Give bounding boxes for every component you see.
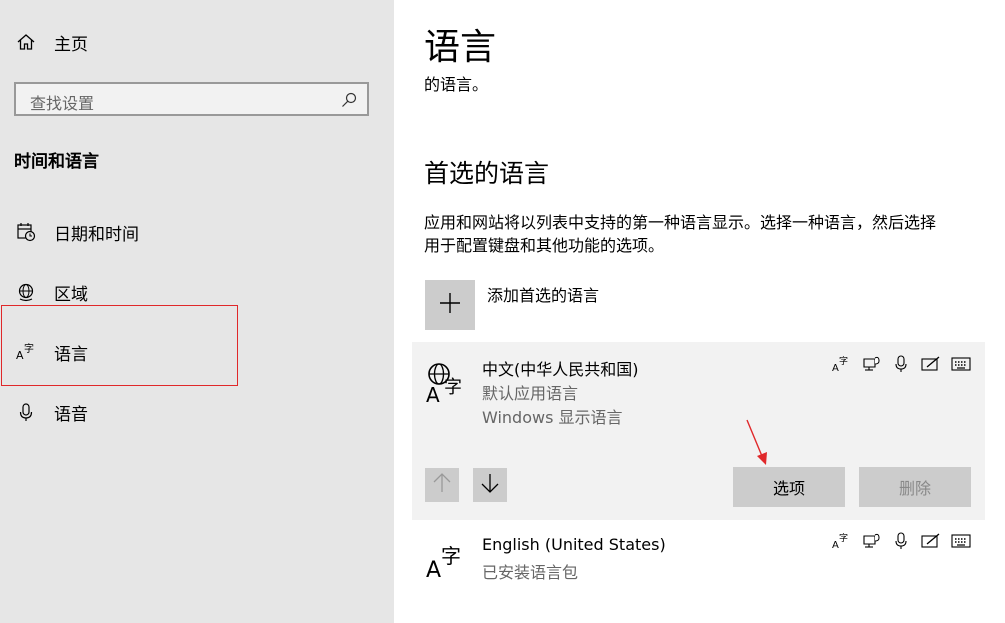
- language-features: A字: [831, 531, 971, 551]
- preferred-languages-heading: 首选的语言: [424, 159, 550, 188]
- svg-text:字: 字: [839, 355, 848, 367]
- add-language-label[interactable]: 添加首选的语言: [487, 282, 599, 306]
- move-down-button[interactable]: [473, 468, 507, 502]
- display-language-icon: A字: [831, 354, 851, 374]
- page-subtitle: 的语言。: [424, 75, 489, 94]
- arrow-up-icon: [432, 472, 452, 498]
- options-button[interactable]: 选项: [733, 467, 845, 507]
- handwriting-icon: [921, 354, 941, 374]
- move-up-button[interactable]: [425, 468, 459, 502]
- svg-text:字: 字: [444, 377, 462, 398]
- microphone-icon: [14, 400, 38, 424]
- text-to-speech-icon: [861, 531, 881, 551]
- language-icon: A字: [14, 340, 38, 364]
- microphone-icon: [891, 531, 911, 551]
- language-features: A字: [831, 354, 971, 374]
- text-to-speech-icon: [861, 354, 881, 374]
- svg-text:A: A: [426, 383, 440, 404]
- keyboard-icon: [951, 354, 971, 374]
- page-title: 语言: [424, 27, 497, 68]
- sidebar-item-label: 日期和时间: [54, 224, 139, 245]
- home-icon: [14, 30, 38, 54]
- calendar-clock-icon: [14, 220, 38, 244]
- description-line: 应用和网站将以列表中支持的第一种语言显示。选择一种语言，然后选择: [424, 213, 937, 232]
- globe-language-icon: A字: [426, 360, 470, 408]
- language-item-chinese[interactable]: A字 中文(中华人民共和国) 默认应用语言 Windows 显示语言 A字 选项…: [412, 342, 985, 520]
- annotation-arrow: [732, 418, 772, 472]
- sidebar-item-label: 语言: [54, 344, 88, 365]
- microphone-icon: [891, 354, 911, 374]
- display-language-icon: A字: [831, 531, 851, 551]
- language-detail: 已安装语言包: [482, 563, 579, 582]
- section-title: 时间和语言: [14, 152, 99, 172]
- sidebar-item-label: 区域: [54, 284, 88, 305]
- svg-text:A: A: [832, 363, 839, 373]
- search-input[interactable]: 查找设置: [14, 82, 369, 116]
- sidebar-item-language[interactable]: A字 语言: [14, 337, 88, 367]
- svg-text:A: A: [16, 349, 24, 362]
- nav-home[interactable]: 主页: [14, 27, 88, 57]
- svg-text:A: A: [426, 558, 441, 579]
- sidebar-item-label: 语音: [54, 404, 88, 425]
- keyboard-icon: [951, 531, 971, 551]
- sidebar-item-region[interactable]: 区域: [14, 277, 88, 307]
- language-name: 中文(中华人民共和国): [482, 360, 639, 379]
- main-content: 语言 的语言。 首选的语言 应用和网站将以列表中支持的第一种语言显示。选择一种语…: [394, 0, 1005, 623]
- language-item-english[interactable]: A字 English (United States) 已安装语言包 A字: [412, 525, 985, 595]
- svg-text:A: A: [832, 540, 839, 550]
- nav-home-label: 主页: [54, 34, 88, 55]
- arrow-down-icon: [480, 472, 500, 498]
- remove-button[interactable]: 删除: [859, 467, 971, 507]
- svg-text:字: 字: [441, 544, 461, 568]
- sidebar-item-datetime[interactable]: 日期和时间: [14, 217, 139, 247]
- preferred-languages-description: 应用和网站将以列表中支持的第一种语言显示。选择一种语言，然后选择 用于配置键盘和…: [424, 211, 994, 257]
- svg-text:字: 字: [839, 532, 848, 544]
- sidebar-item-speech[interactable]: 语音: [14, 397, 88, 427]
- handwriting-icon: [921, 531, 941, 551]
- add-language-button[interactable]: [425, 280, 475, 330]
- globe-region-icon: [14, 280, 38, 304]
- language-detail: Windows 显示语言: [482, 408, 623, 427]
- language-name: English (United States): [482, 535, 666, 554]
- svg-text:字: 字: [24, 342, 34, 355]
- plus-icon: [439, 292, 461, 318]
- language-icon: A字: [426, 539, 466, 583]
- sidebar: 主页 查找设置 时间和语言 日期和时间 区域 A字 语言 语音: [0, 0, 394, 623]
- search-placeholder: 查找设置: [30, 94, 95, 113]
- search-icon[interactable]: [341, 92, 357, 112]
- language-detail: 默认应用语言: [482, 384, 579, 403]
- description-line: 用于配置键盘和其他功能的选项。: [424, 236, 665, 255]
